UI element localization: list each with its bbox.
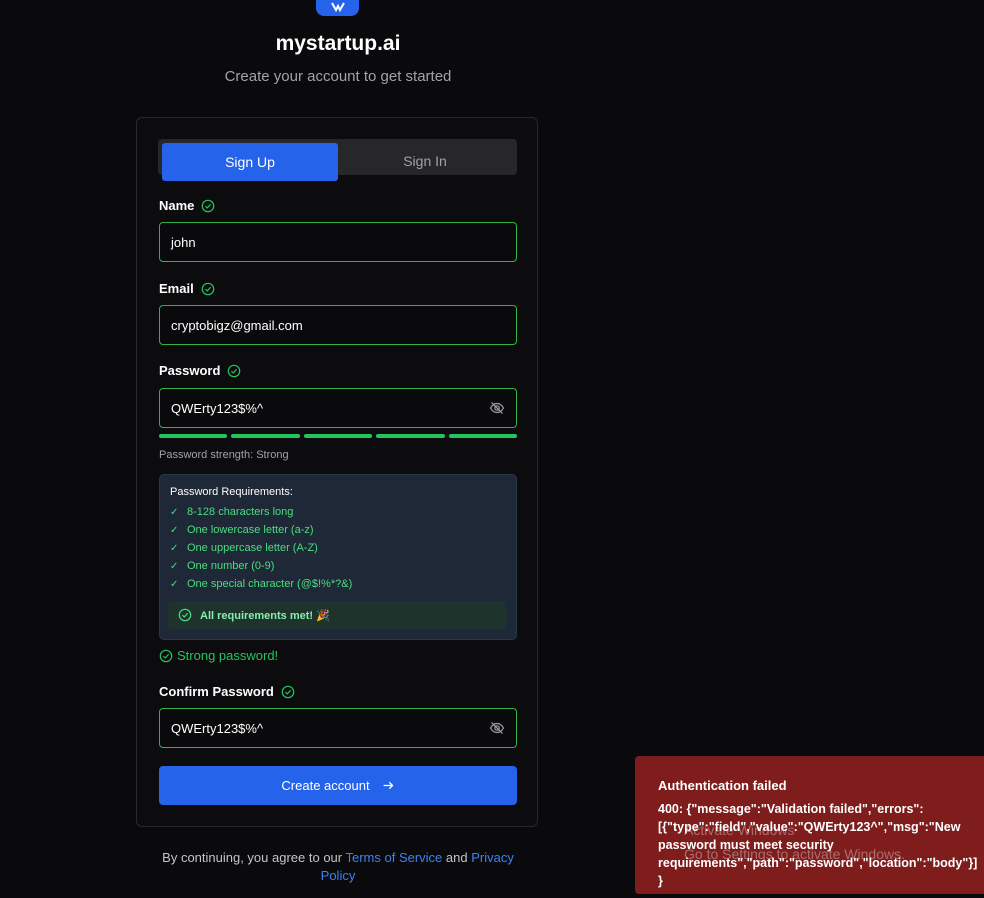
tab-sign-up[interactable]: Sign Up bbox=[162, 143, 338, 181]
strong-password-text: Strong password! bbox=[177, 648, 279, 663]
password-label-text: Password bbox=[159, 363, 221, 378]
email-label-text: Email bbox=[159, 281, 194, 296]
check-circle-icon bbox=[281, 685, 295, 698]
confirm-label-text: Confirm Password bbox=[159, 684, 274, 699]
strong-password-message: Strong password! bbox=[159, 648, 278, 663]
strength-segment bbox=[303, 434, 373, 438]
check-circle-icon bbox=[159, 649, 173, 662]
strength-segment bbox=[376, 434, 445, 438]
logo-icon bbox=[330, 2, 345, 12]
terms-of-service-link[interactable]: Terms of Service bbox=[345, 850, 442, 865]
password-strength-meter bbox=[159, 434, 518, 438]
strength-segment bbox=[231, 434, 300, 438]
requirement-text: One special character (@$!%*?&) bbox=[187, 578, 353, 590]
terms-prefix: By continuing, you agree to our bbox=[162, 850, 346, 865]
password-strength-text: Password strength: Strong bbox=[159, 449, 289, 461]
requirement-text: One uppercase letter (A-Z) bbox=[187, 542, 318, 554]
create-account-button[interactable]: Create account bbox=[159, 766, 517, 805]
terms-notice: By continuing, you agree to our Terms of… bbox=[146, 849, 530, 885]
eye-off-icon[interactable] bbox=[489, 720, 505, 736]
requirement-item: ✓ One number (0-9) bbox=[170, 560, 274, 572]
check-circle-icon bbox=[202, 199, 215, 212]
password-input-value: QWErty123$%^ bbox=[171, 400, 264, 416]
name-label-text: Name bbox=[159, 198, 195, 213]
error-toast[interactable]: Authentication failed 400: {"message":"V… bbox=[635, 756, 984, 894]
toast-title: Authentication failed bbox=[658, 778, 787, 793]
requirement-text: 8-128 characters long bbox=[187, 506, 294, 518]
app-logo bbox=[316, 0, 359, 16]
check-icon: ✓ bbox=[170, 524, 179, 536]
strength-segment bbox=[159, 434, 228, 438]
requirement-item: ✓ 8-128 characters long bbox=[170, 506, 293, 518]
terms-and: and bbox=[442, 850, 472, 865]
check-icon: ✓ bbox=[170, 560, 179, 572]
check-icon: ✓ bbox=[170, 578, 179, 590]
requirement-item: ✓ One lowercase letter (a-z) bbox=[170, 524, 314, 536]
arrow-right-icon bbox=[383, 781, 394, 790]
requirement-item: ✓ One uppercase letter (A-Z) bbox=[170, 542, 318, 554]
check-circle-icon bbox=[201, 282, 214, 295]
requirements-met-banner: All requirements met! 🎉 bbox=[168, 601, 506, 629]
requirement-item: ✓ One special character (@$!%*?&) bbox=[170, 578, 352, 590]
name-label: Name bbox=[159, 198, 215, 213]
name-input-value: john bbox=[171, 234, 196, 250]
password-label: Password bbox=[159, 363, 241, 378]
confirm-password-label: Confirm Password bbox=[159, 684, 295, 699]
brand-name: mystartup.ai bbox=[275, 32, 401, 55]
page-subtitle: Create your account to get started bbox=[224, 68, 452, 85]
password-requirements: Password Requirements: ✓ 8-128 character… bbox=[159, 474, 517, 640]
check-circle-icon bbox=[228, 364, 241, 377]
strength-segment bbox=[448, 434, 518, 438]
name-field[interactable]: john bbox=[159, 222, 517, 262]
toast-message: 400: {"message":"Validation failed","err… bbox=[658, 802, 978, 888]
eye-off-icon[interactable] bbox=[489, 400, 505, 416]
email-input-value: cryptobigz@gmail.com bbox=[171, 317, 303, 333]
check-icon: ✓ bbox=[170, 506, 179, 518]
requirements-title: Password Requirements: bbox=[170, 486, 293, 498]
confirm-input-value: QWErty123$%^ bbox=[171, 720, 264, 736]
check-icon: ✓ bbox=[170, 542, 179, 554]
requirements-met-text: All requirements met! 🎉 bbox=[200, 609, 330, 622]
password-field[interactable]: QWErty123$%^ bbox=[159, 388, 517, 428]
auth-tabs: Sign Up Sign In bbox=[158, 139, 517, 181]
email-field[interactable]: cryptobigz@gmail.com bbox=[159, 305, 517, 345]
confirm-password-field[interactable]: QWErty123$%^ bbox=[159, 708, 517, 748]
check-circle-icon bbox=[178, 608, 192, 622]
requirement-text: One lowercase letter (a-z) bbox=[187, 524, 314, 536]
requirement-text: One number (0-9) bbox=[187, 560, 275, 572]
tab-sign-in[interactable]: Sign In bbox=[337, 139, 513, 183]
email-label: Email bbox=[159, 281, 215, 296]
create-account-label: Create account bbox=[281, 778, 370, 793]
